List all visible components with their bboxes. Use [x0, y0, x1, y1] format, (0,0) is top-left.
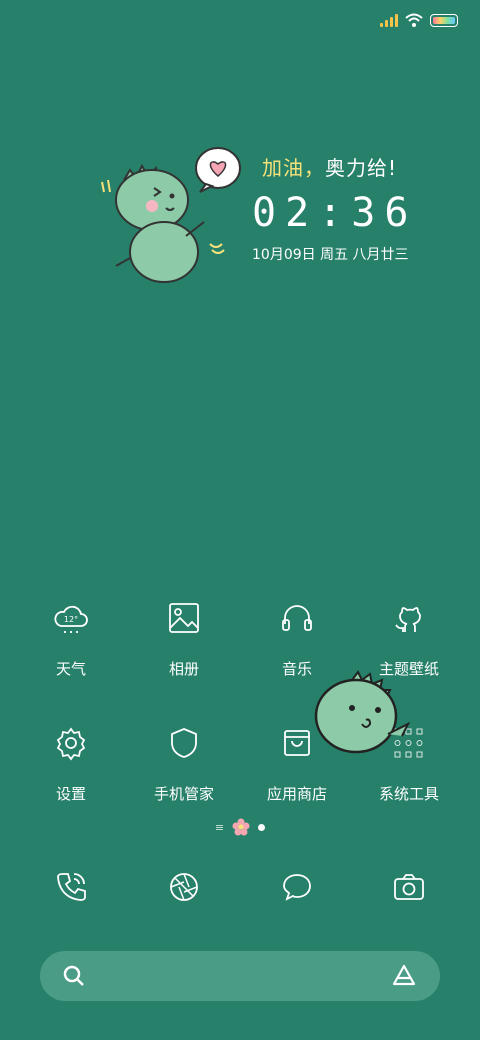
greeting-text: 加油，奥力给!: [262, 152, 397, 181]
dock-browser[interactable]: [129, 870, 239, 908]
headphones-icon: [282, 605, 312, 631]
gear-icon: [56, 727, 86, 761]
app-label: 应用商店: [266, 785, 327, 803]
greeting-part1: 加油，: [262, 156, 325, 180]
aperture-icon: [170, 873, 198, 901]
app-label: 系统工具: [378, 785, 439, 803]
search-icon[interactable]: [62, 964, 86, 988]
app-label: 手机管家: [153, 785, 214, 803]
app-label: 天气: [55, 660, 86, 678]
app-gallery[interactable]: 相册: [129, 600, 239, 679]
phone-icon: [57, 873, 86, 901]
dock-messages[interactable]: [242, 870, 352, 908]
app-label: 设置: [55, 785, 86, 803]
flower-icon: [232, 818, 250, 836]
app-settings[interactable]: 设置: [16, 725, 126, 804]
heart-bubble-icon: [195, 147, 241, 193]
menu-lines-icon: ≡: [214, 820, 225, 834]
signal-icon: [380, 13, 398, 27]
dinosaur-sticker-bottom: [314, 670, 411, 754]
image-icon: [169, 603, 199, 633]
dinosaur-sticker-top: [101, 147, 241, 283]
app-phone-manager[interactable]: 手机管家: [129, 725, 239, 804]
app-weather[interactable]: 12° 天气: [16, 600, 126, 679]
clock-time[interactable]: 02:36: [252, 190, 417, 236]
wifi-icon: [405, 13, 423, 27]
page-indicator[interactable]: ≡: [0, 818, 480, 836]
camera-icon: [394, 874, 424, 900]
date-text[interactable]: 10月09日 周五 八月廿三: [252, 244, 409, 264]
greeting-part2: 奥力给!: [325, 156, 398, 180]
message-icon: [283, 874, 311, 901]
app-label: 相册: [168, 660, 199, 678]
shield-icon: [171, 728, 197, 758]
battery-icon: [430, 13, 458, 27]
dock-camera[interactable]: [354, 870, 464, 908]
dock-phone[interactable]: [16, 870, 126, 908]
shopping-bag-icon: [284, 730, 310, 756]
search-bar[interactable]: [40, 951, 440, 1001]
svg-text:12°: 12°: [64, 615, 78, 624]
assistant-icon[interactable]: [390, 964, 418, 988]
status-bar: [380, 8, 458, 32]
weather-cloud-icon: 12°: [54, 605, 88, 633]
github-cat-icon: [395, 607, 421, 632]
page-dot: [258, 823, 266, 831]
